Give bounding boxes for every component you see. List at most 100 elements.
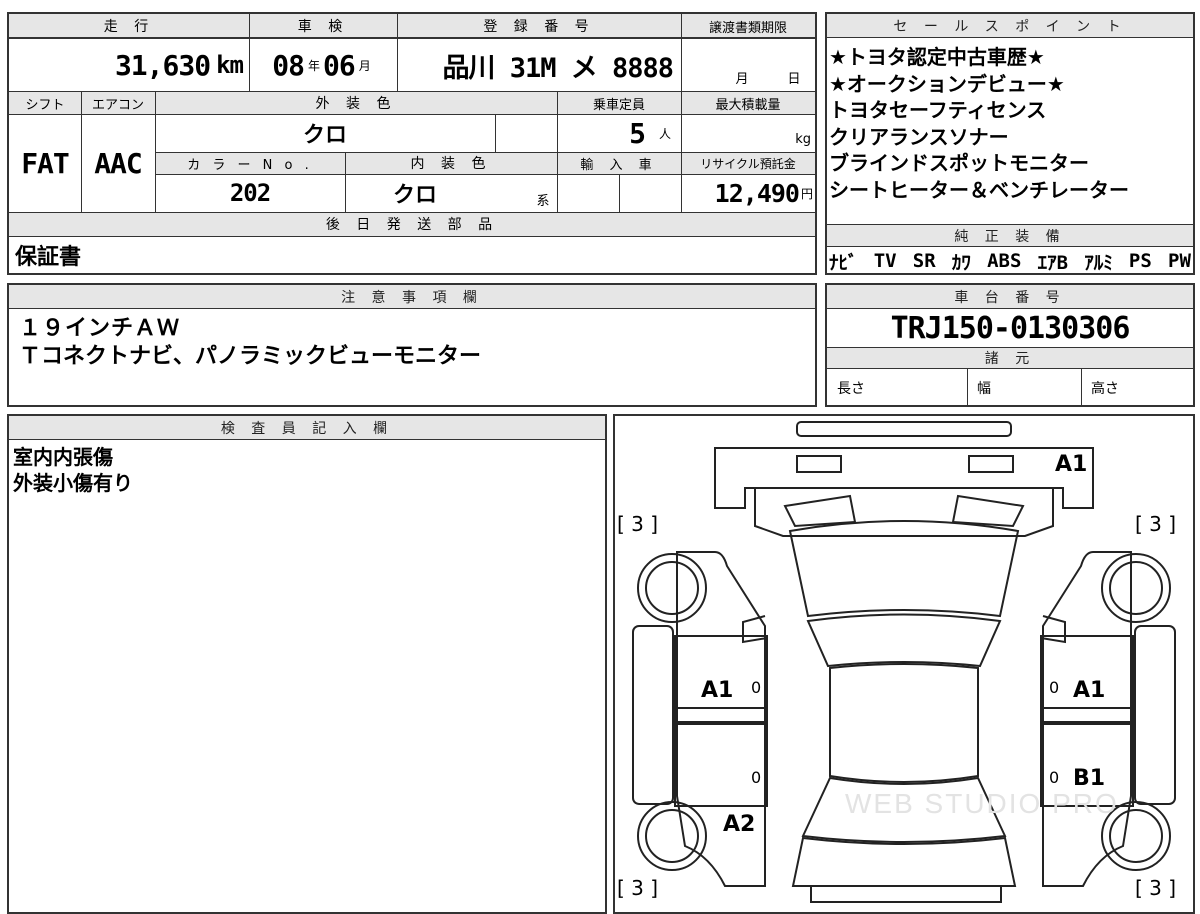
shift-value: FAT — [21, 146, 70, 180]
inspector-box: 検 査 員 記 入 欄 室内内張傷 外装小傷有り — [7, 414, 607, 914]
inspector-line: 室内内張傷 — [13, 445, 113, 469]
notes-box: 注 意 事 項 欄 １９インチＡＷ Ｔコネクトナビ、パノラミックビューモニター — [7, 283, 817, 407]
sales-point: トヨタセーフティセンス — [829, 98, 1047, 122]
shaken-month-unit: 月 — [358, 58, 371, 73]
sales-point: クリアランスソナー — [829, 124, 1009, 149]
vehicle-info-table: 走 行 車 検 登 録 番 号 譲渡書類期限 31,630 km 08 年 06… — [7, 12, 817, 275]
capacity-unit: 人 — [658, 126, 671, 141]
grid-line — [9, 114, 815, 115]
damage-mark-front-bumper: A1 — [1055, 452, 1088, 477]
equipment-item: ｱﾙﾐ — [1084, 251, 1113, 274]
grid-line — [557, 91, 558, 212]
aircon-value: AAC — [94, 146, 143, 180]
grid-line — [345, 152, 346, 212]
equipment-item: ｶﾜ — [951, 251, 971, 274]
recycle-number: 12,490 — [714, 178, 800, 208]
max-load-unit: kg — [795, 131, 811, 147]
grid-line — [9, 236, 815, 237]
registration-label: 登 録 番 号 — [483, 19, 595, 35]
headlight-left — [796, 455, 842, 473]
transfer-deadline-label: 譲渡書類期限 — [708, 20, 787, 36]
mirror-left — [742, 615, 768, 644]
recycle-value: 12,490 円 — [681, 174, 815, 212]
equipment-item: ABS — [987, 250, 1022, 272]
sales-point: ブラインドスポットモニター — [829, 151, 1089, 175]
windshield — [806, 613, 1002, 668]
recycle-unit: 円 — [800, 186, 813, 201]
sales-points-label: セ ー ル ス ポ イ ン ト — [827, 14, 1193, 38]
spec-length: 長さ — [837, 381, 865, 397]
equipment-item: TV — [873, 250, 897, 272]
specs-label: 諸 元 — [827, 347, 1193, 369]
right-body-side — [1042, 551, 1132, 887]
transfer-day-unit: 日 — [787, 71, 801, 87]
color-number-label: カ ラ ー N o . — [187, 157, 313, 173]
chassis-number: TRJ150-0130306 — [890, 310, 1131, 346]
tire-mark-rear-right: [ 3 ] — [1135, 876, 1177, 900]
notes-label: 注 意 事 項 欄 — [9, 285, 815, 309]
equipment-item: ﾅﾋﾞ — [829, 251, 858, 274]
mileage-number: 31,630 — [114, 48, 211, 82]
transfer-deadline-value: 月 日 — [681, 64, 815, 90]
grid-line — [155, 174, 815, 175]
damage-mark-left-front-door: A1 — [701, 678, 734, 703]
later-parts-value: 保証書 — [15, 245, 82, 270]
left-rear-door — [674, 723, 768, 807]
interior-color-value: クロ — [392, 183, 437, 208]
grille-right — [951, 494, 1025, 528]
grid-line — [495, 114, 496, 152]
mileage-unit: km — [216, 51, 244, 79]
sales-points-box: セ ー ル ス ポ イ ン ト ★トヨタ認定中古車歴★ ★オークションデビュー★… — [825, 12, 1195, 275]
grid-line — [619, 174, 620, 212]
equipment-item: ｴｱB — [1037, 251, 1069, 274]
exterior-color-value: クロ — [302, 123, 347, 148]
grid-line — [9, 212, 815, 213]
spec-width: 幅 — [977, 381, 991, 397]
notes-line: １９インチＡＷ — [19, 316, 181, 341]
wheel-rear-left-inner — [645, 809, 699, 863]
left-sill — [632, 625, 674, 805]
sales-point: ★オークションデビュー★ — [829, 71, 1065, 96]
grid-line — [155, 152, 815, 153]
tire-mark-front-left: [ 3 ] — [617, 512, 659, 536]
grid-line — [397, 14, 398, 91]
chassis-box: 車 台 番 号 TRJ150-0130306 諸 元 長さ 幅 高さ — [825, 283, 1195, 407]
headlight-right — [968, 455, 1014, 473]
registration-value: 品川 31M メ 8888 — [442, 52, 674, 84]
capacity-number: 5 — [629, 116, 646, 150]
equipment-item: PS — [1128, 250, 1152, 272]
shaken-year: 08 — [272, 48, 305, 82]
spec-height: 高さ — [1091, 381, 1119, 397]
front-bumper — [714, 447, 1094, 509]
trunk — [791, 836, 1017, 887]
grid-line — [967, 369, 968, 405]
damage-mark-left-rear: A2 — [723, 812, 756, 837]
car-diagram-box: [ 3 ] [ 3 ] [ 3 ] [ 3 ] A1 A1 A1 B1 A2 0… — [613, 414, 1195, 914]
equipment-list: ﾅﾋﾞ TV SR ｶﾜ ABS ｴｱB ｱﾙﾐ PS PW — [829, 248, 1191, 274]
grid-line — [9, 91, 815, 92]
chassis-label: 車 台 番 号 — [827, 285, 1193, 309]
wheel-front-left-inner — [645, 561, 699, 615]
grid-line — [81, 91, 82, 212]
mileage-value: 31,630 km — [9, 40, 247, 90]
notes-line: Ｔコネクトナビ、パノラミックビューモニター — [19, 344, 482, 369]
sales-point: シートヒーター＆ベンチレーター — [829, 177, 1129, 202]
mirror-right — [1040, 615, 1066, 644]
tire-mark-front-right: [ 3 ] — [1135, 512, 1177, 536]
sales-points-list: ★トヨタ認定中古車歴★ ★オークションデビュー★ トヨタセーフティセンス クリア… — [829, 44, 1191, 203]
grid-line — [155, 91, 156, 212]
zero-mark: 0 — [751, 768, 762, 787]
interior-color-unit: 系 — [536, 193, 550, 209]
transfer-month-unit: 月 — [735, 71, 749, 87]
recycle-label: リサイクル預託金 — [700, 156, 796, 171]
tire-mark-rear-left: [ 3 ] — [617, 876, 659, 900]
grid-line — [9, 38, 815, 39]
equipment-label: 純 正 装 備 — [827, 225, 1193, 247]
front-bumper-edge — [796, 421, 1012, 437]
grille-left — [783, 494, 857, 528]
roof — [829, 663, 979, 783]
capacity-label: 乗車定員 — [592, 97, 645, 113]
inspector-label: 検 査 員 記 入 欄 — [9, 416, 605, 440]
zero-mark: 0 — [1049, 678, 1060, 697]
shaken-month: 06 — [323, 48, 356, 82]
